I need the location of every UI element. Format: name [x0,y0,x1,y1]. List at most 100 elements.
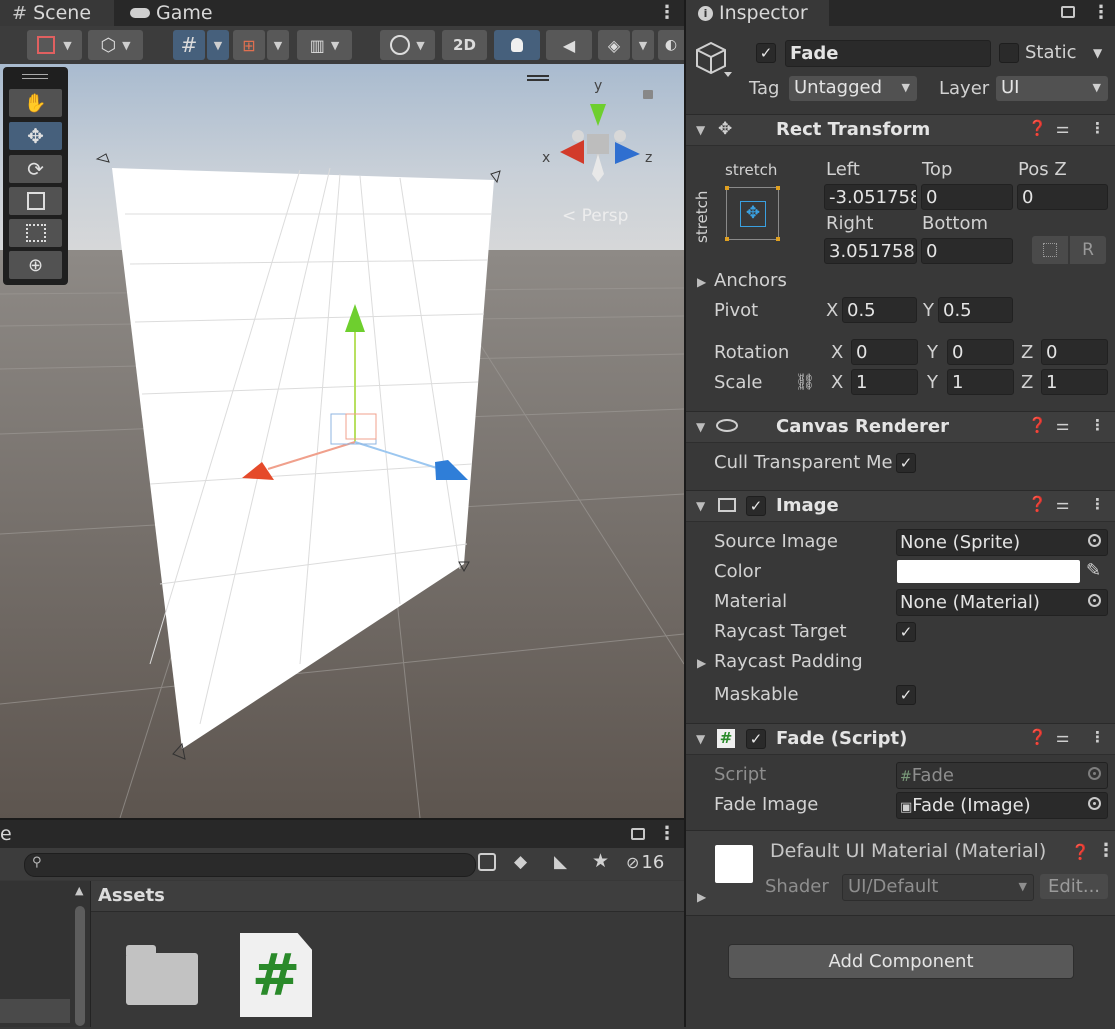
presets-icon[interactable]: ⚌ [1056,728,1069,746]
scale-x-input[interactable]: 1 [851,369,918,395]
project-more-icon[interactable]: ⋮ [658,823,676,844]
left-input[interactable]: -3.051758 [824,184,917,210]
toggle-2d-button[interactable]: 2D [442,30,487,60]
rect-tool[interactable] [9,219,62,247]
help-icon[interactable]: ❓ [1028,495,1047,513]
scale-y-input[interactable]: 1 [947,369,1014,395]
color-swatch[interactable] [897,560,1080,583]
effects-toggle[interactable]: ◈ [598,30,630,60]
posz-input[interactable]: 0 [1017,184,1108,210]
favorites-star-icon[interactable]: ★ [592,850,609,872]
component-menu-icon[interactable]: ⋮ [1090,119,1105,137]
material-field[interactable]: None (Material) [896,589,1108,616]
help-icon[interactable]: ❓ [1028,416,1047,434]
inspector-lock-icon[interactable] [1061,6,1075,18]
source-image-field[interactable]: None (Sprite) [896,529,1108,556]
move-tool[interactable]: ✥ [9,122,62,150]
maskable-checkbox[interactable]: ✓ [896,685,916,705]
component-menu-icon[interactable]: ⋮ [1090,728,1105,746]
presets-icon[interactable]: ⚌ [1056,495,1069,513]
right-input[interactable]: 3.0517580 [824,238,917,264]
fade-script-header[interactable]: ▼ # ✓ Fade (Script) ❓ ⚌ ⋮ [686,723,1115,755]
blueprint-mode-button[interactable] [1032,236,1068,264]
material-foldout[interactable]: ▶ [697,890,706,904]
component-menu-icon[interactable]: ⋮ [1090,416,1105,434]
help-icon[interactable]: ❓ [1028,119,1047,137]
rotation-z-input[interactable]: 0 [1041,339,1108,365]
filter-label-icon[interactable]: ◣ [554,852,567,872]
active-checkbox[interactable]: ✓ [756,43,776,63]
hand-tool[interactable]: ✋ [9,89,62,117]
folder-icon[interactable] [126,945,198,1005]
overlay-drag-handle[interactable] [22,74,48,79]
increment-snap-toggle[interactable]: ⊞ [233,30,265,60]
scene-more-icon[interactable]: ⋮ [658,2,676,23]
filter-type-icon[interactable]: ◆ [514,852,527,872]
bottom-input[interactable]: 0 [921,238,1013,264]
add-component-button[interactable]: Add Component [728,944,1074,979]
tab-scene[interactable]: # Scene [12,0,91,26]
eyedropper-icon[interactable]: ✎ [1086,560,1101,581]
gameobject-icon[interactable] [696,40,732,80]
scroll-thumb[interactable] [75,906,85,1026]
image-header[interactable]: ▼ ✓ Image ❓ ⚌ ⋮ [686,490,1115,522]
scale-tool[interactable] [9,187,62,215]
raycast-padding-label[interactable]: Raycast Padding [714,651,863,672]
gizmo-tool-dropdown[interactable]: ▼ [27,30,82,60]
rect-transform-foldout[interactable]: ▼ [696,123,705,137]
shading-mode-dropdown[interactable]: ▼ [380,30,435,60]
image-enabled-checkbox[interactable]: ✓ [746,496,766,516]
canvas-renderer-foldout[interactable]: ▼ [696,420,705,434]
tree-scrollbar[interactable]: ▲ [72,884,88,1027]
material-menu-icon[interactable]: ⋮ [1097,840,1115,861]
pivot-y-input[interactable]: 0.5 [938,297,1013,323]
grid-snap-dropdown[interactable]: ▼ [207,30,229,60]
layer-dropdown[interactable]: UI ▼ [996,76,1108,101]
inspector-more-icon[interactable]: ⋮ [1092,2,1110,23]
raycast-padding-foldout[interactable]: ▶ [697,656,706,670]
persp-label[interactable]: < Persp [562,206,628,226]
shader-dropdown[interactable]: UI/Default ▼ [842,874,1034,901]
rotation-y-input[interactable]: 0 [947,339,1014,365]
increment-snap-dropdown[interactable]: ▼ [267,30,289,60]
rotate-tool[interactable]: ⟳ [9,155,62,183]
anchors-foldout[interactable]: ▶ [697,275,706,289]
fade-image-field[interactable]: ▣Fade (Image) [896,792,1108,819]
csharp-script-icon[interactable]: # [240,933,312,1017]
project-tab-label[interactable]: e [0,823,12,845]
rect-transform-header[interactable]: ▼ ✥ Rect Transform ❓ ⚌ ⋮ [686,114,1115,146]
cull-transparent-checkbox[interactable]: ✓ [896,453,916,473]
project-lock-icon[interactable] [631,828,645,840]
top-input[interactable]: 0 [921,184,1013,210]
static-checkbox[interactable] [999,43,1019,63]
transform-tool[interactable]: ⊕ [9,251,62,279]
scale-z-input[interactable]: 1 [1041,369,1108,395]
presets-icon[interactable]: ⚌ [1056,416,1069,434]
tree-selected-row[interactable] [0,999,70,1023]
object-name-input[interactable]: Fade [785,40,991,67]
shader-edit-button[interactable]: Edit... [1040,874,1108,899]
scene-viewport[interactable]: y x z < Persp ✋ ✥ ⟳ ⊕ [0,64,684,818]
object-picker-icon[interactable] [1088,594,1101,607]
static-dropdown-icon[interactable]: ▼ [1093,46,1102,60]
fade-enabled-checkbox[interactable]: ✓ [746,729,766,749]
scale-link-icon[interactable]: ⛓ [795,372,815,391]
anchor-presets-button[interactable]: ✥ [725,186,780,241]
tab-game[interactable]: Game [130,0,213,26]
canvas-renderer-header[interactable]: ▼ Canvas Renderer ❓ ⚌ ⋮ [686,411,1115,443]
hidden-objects-toggle[interactable]: ◐ [658,30,684,60]
raycast-target-checkbox[interactable]: ✓ [896,622,916,642]
grid-snap-toggle[interactable]: # [173,30,205,60]
rotation-x-input[interactable]: 0 [851,339,918,365]
anchors-label[interactable]: Anchors [714,270,787,291]
presets-icon[interactable]: ⚌ [1056,119,1069,137]
component-menu-icon[interactable]: ⋮ [1090,495,1105,513]
image-foldout[interactable]: ▼ [696,499,705,513]
material-help-icon[interactable]: ❓ [1071,843,1090,861]
fade-script-foldout[interactable]: ▼ [696,732,705,746]
object-picker-icon[interactable] [1088,797,1101,810]
lock-icon[interactable] [643,90,653,99]
tag-dropdown[interactable]: Untagged ▼ [789,76,917,101]
search-by-type-icon[interactable] [478,853,496,871]
material-preview[interactable] [715,845,753,883]
